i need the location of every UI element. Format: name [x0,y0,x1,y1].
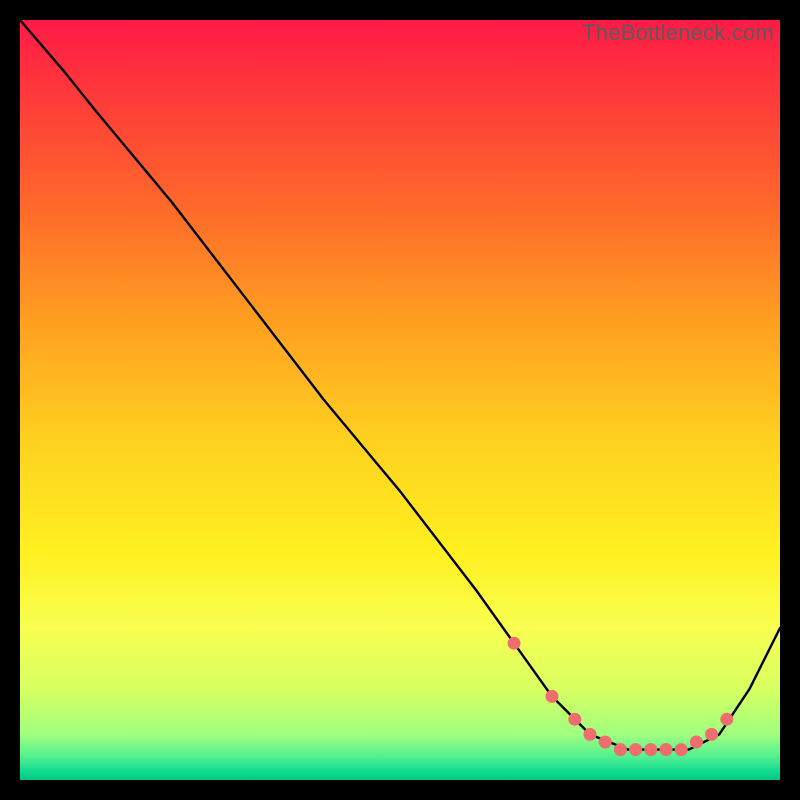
marker-point [660,744,672,756]
marker-point [569,713,581,725]
chart-frame: TheBottleneck.com [0,0,800,800]
marker-point [614,744,626,756]
highlight-markers [508,637,733,755]
marker-point [706,728,718,740]
plot-area: TheBottleneck.com [20,20,780,780]
marker-point [630,744,642,756]
bottleneck-curve [20,20,780,750]
marker-point [508,637,520,649]
marker-point [546,690,558,702]
marker-point [584,728,596,740]
curve-layer [20,20,780,780]
marker-point [690,736,702,748]
marker-point [645,744,657,756]
marker-point [675,744,687,756]
marker-point [599,736,611,748]
marker-point [721,713,733,725]
